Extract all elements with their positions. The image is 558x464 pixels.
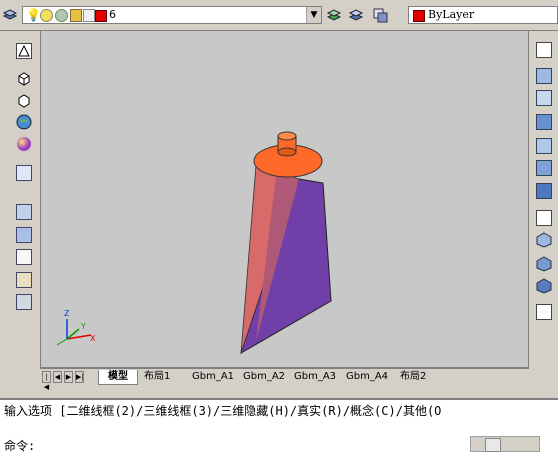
tab-gbm-a4[interactable]: Gbm_A4 bbox=[346, 370, 388, 384]
scrollbar-thumb[interactable] bbox=[485, 438, 501, 452]
tab-layout1[interactable]: 布局1 bbox=[144, 370, 170, 384]
layer-toolbar: 💡 6 ▼ ByLayer bbox=[0, 0, 558, 31]
command-options-line: 输入选项 [二维线框(2)/三维线框(3)/三维隐藏(H)/真实(R)/概念(C… bbox=[4, 404, 442, 418]
tab-layout2[interactable]: 布局2 bbox=[400, 370, 426, 384]
view-bottom-icon[interactable] bbox=[536, 68, 552, 84]
sun-icon bbox=[40, 9, 53, 22]
draw-triangle-icon[interactable] bbox=[16, 43, 32, 59]
layers-icon[interactable] bbox=[2, 7, 18, 23]
layer-dropdown[interactable]: 💡 6 ▼ bbox=[22, 6, 322, 24]
globe-icon[interactable] bbox=[16, 114, 32, 130]
view-sw-iso-icon[interactable] bbox=[536, 183, 552, 199]
ucs-y-label: Y bbox=[81, 322, 86, 331]
block-icon[interactable] bbox=[16, 272, 32, 288]
render-icon[interactable] bbox=[16, 165, 32, 181]
model-viewport[interactable]: Z Y X bbox=[40, 30, 529, 368]
command-prompt[interactable]: 命令: bbox=[4, 437, 35, 454]
make-current-layer-icon[interactable] bbox=[326, 7, 342, 23]
linetype-label: ByLayer bbox=[428, 8, 475, 21]
next-tab-icon[interactable]: ▶ bbox=[64, 371, 73, 383]
tab-gbm-a2[interactable]: Gbm_A2 bbox=[243, 370, 285, 384]
ucs-x-label: X bbox=[90, 334, 96, 343]
tab-model[interactable]: 模型 bbox=[98, 370, 138, 385]
region-icon[interactable] bbox=[16, 227, 32, 243]
camera-icon[interactable] bbox=[536, 304, 552, 320]
group-icon[interactable] bbox=[16, 294, 32, 310]
tab-gbm-a3[interactable]: Gbm_A3 bbox=[294, 370, 336, 384]
left-toolbar bbox=[8, 34, 38, 384]
tab-gbm-a1[interactable]: Gbm_A1 bbox=[192, 370, 234, 384]
sphere-icon[interactable] bbox=[16, 136, 32, 152]
command-scrollbar[interactable] bbox=[470, 436, 540, 452]
freeze-icon bbox=[55, 9, 68, 22]
last-tab-icon[interactable]: ▶| bbox=[75, 371, 84, 383]
view-se-iso-icon[interactable] bbox=[536, 210, 552, 226]
view-iso-icon[interactable] bbox=[536, 278, 552, 294]
view-back-icon[interactable] bbox=[536, 160, 552, 176]
ucs-z-label: Z bbox=[64, 309, 70, 318]
plot-icon bbox=[83, 9, 95, 22]
view-right-icon[interactable] bbox=[536, 114, 552, 130]
layout-tab-bar: |◀ ◀ ▶ ▶| 模型 布局1 Gbm_A1 Gbm_A2 Gbm_A3 Gb… bbox=[40, 368, 529, 391]
layer-name: 6 bbox=[109, 8, 116, 21]
copy-objects-icon[interactable] bbox=[16, 204, 32, 220]
lightbulb-icon: 💡 bbox=[26, 8, 41, 22]
layer-color-swatch bbox=[95, 10, 107, 22]
ucs-icon bbox=[56, 319, 92, 346]
tapered-solid bbox=[240, 131, 332, 355]
right-toolbar bbox=[530, 34, 558, 384]
layer-previous-icon[interactable] bbox=[348, 7, 364, 23]
view-nw-iso-icon[interactable] bbox=[536, 256, 552, 272]
color-dropdown[interactable]: ByLayer bbox=[408, 6, 558, 24]
wedge-icon[interactable] bbox=[16, 92, 32, 108]
lock-icon bbox=[70, 9, 82, 22]
command-window[interactable]: 输入选项 [二维线框(2)/三维线框(3)/三维隐藏(H)/真实(R)/概念(C… bbox=[0, 398, 558, 464]
first-tab-icon[interactable]: |◀ bbox=[42, 371, 51, 391]
layer-states-icon[interactable] bbox=[372, 7, 388, 23]
table-icon[interactable] bbox=[16, 249, 32, 265]
view-ne-iso-icon[interactable] bbox=[536, 232, 552, 248]
view-front-icon[interactable] bbox=[536, 138, 552, 154]
bylayer-color-swatch bbox=[413, 10, 425, 22]
chevron-down-icon[interactable]: ▼ bbox=[306, 7, 321, 23]
box-icon[interactable] bbox=[16, 70, 32, 86]
view-left-icon[interactable] bbox=[536, 90, 552, 106]
prev-tab-icon[interactable]: ◀ bbox=[53, 371, 62, 383]
view-top-icon[interactable] bbox=[536, 42, 552, 58]
